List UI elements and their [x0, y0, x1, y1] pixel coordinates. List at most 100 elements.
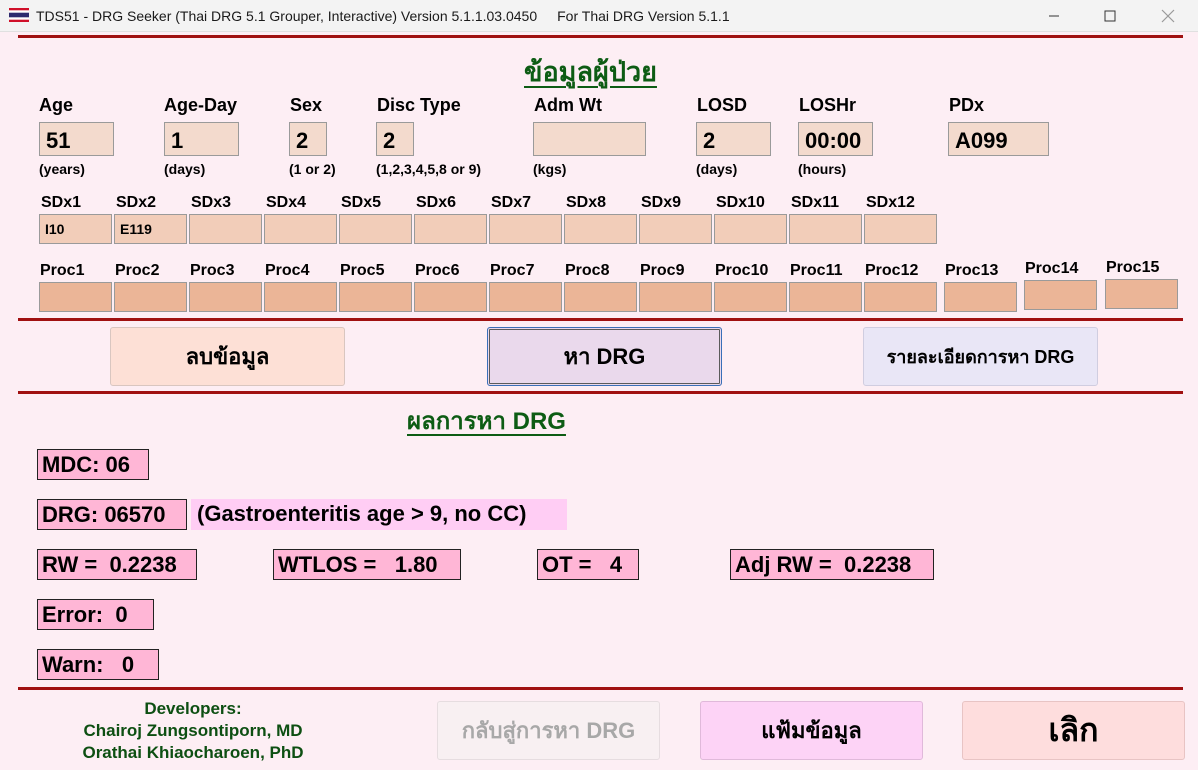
adm-wt-label: Adm Wt: [534, 95, 602, 115]
close-button[interactable]: [1142, 0, 1194, 32]
sdx12-label: SDx12: [866, 194, 915, 211]
disc-type-hint: (1,2,3,4,5,8 or 9): [376, 161, 482, 177]
proc14-label: Proc14: [1025, 260, 1079, 277]
error-result: Error: 0: [37, 599, 154, 630]
data-file-button[interactable]: แฟ้มข้อมูล: [700, 701, 923, 760]
proc8-label: Proc8: [565, 262, 610, 279]
sdx5-label: SDx5: [341, 194, 382, 211]
losd-hint: (days): [696, 161, 738, 177]
sdx6-field[interactable]: [414, 214, 487, 244]
proc15-label: Proc15: [1106, 259, 1160, 276]
adm-wt-field[interactable]: [533, 122, 646, 156]
title-bar: TDS51 - DRG Seeker (Thai DRG 5.1 Grouper…: [0, 0, 1198, 32]
proc9-label: Proc9: [640, 262, 685, 279]
proc13-field[interactable]: [944, 282, 1017, 312]
sdx7-field[interactable]: [489, 214, 562, 244]
sex-field[interactable]: 2: [289, 122, 327, 156]
sdx4-field[interactable]: [264, 214, 337, 244]
wtlos-result: WTLOS = 1.80: [273, 549, 461, 580]
developer-2: Orathai Khiaocharoen, PhD: [82, 743, 304, 762]
sdx9-field[interactable]: [639, 214, 712, 244]
thai-flag-icon: [9, 8, 29, 22]
proc5-field[interactable]: [339, 282, 412, 312]
proc14-field[interactable]: [1024, 280, 1097, 310]
proc3-field[interactable]: [189, 282, 262, 312]
age-field[interactable]: 51: [39, 122, 114, 156]
proc11-field[interactable]: [789, 282, 862, 312]
proc1-field[interactable]: [39, 282, 112, 312]
window-title: TDS51 - DRG Seeker (Thai DRG 5.1 Grouper…: [36, 8, 730, 24]
sdx7-label: SDx7: [491, 194, 532, 211]
sdx5-field[interactable]: [339, 214, 412, 244]
losd-field[interactable]: 2: [696, 122, 771, 156]
adj-rw-result: Adj RW = 0.2238: [730, 549, 934, 580]
divider-fields: [18, 318, 1183, 321]
patient-heading: ข้อมูลผู้ป่วย: [524, 57, 657, 87]
proc12-field[interactable]: [864, 282, 937, 312]
proc7-field[interactable]: [489, 282, 562, 312]
divider-top: [18, 35, 1183, 38]
age-label: Age: [39, 95, 74, 115]
minimize-icon: [1049, 15, 1059, 17]
proc15-field[interactable]: [1105, 279, 1178, 309]
result-heading: ผลการหา DRG: [407, 408, 566, 435]
proc6-field[interactable]: [414, 282, 487, 312]
proc1-label: Proc1: [40, 262, 85, 279]
proc9-field[interactable]: [639, 282, 712, 312]
divider-bottom: [18, 687, 1183, 690]
find-drg-button[interactable]: หา DRG: [487, 327, 722, 386]
sdx6-label: SDx6: [416, 194, 457, 211]
sdx4-label: SDx4: [266, 194, 307, 211]
proc2-label: Proc2: [115, 262, 160, 279]
sex-hint: (1 or 2): [289, 161, 336, 177]
maximize-button[interactable]: [1084, 0, 1136, 32]
drg-details-button[interactable]: รายละเอียดการหา DRG: [863, 327, 1098, 386]
developers-credit: Developers: Chairoj Zungsontiporn, MD Or…: [58, 698, 328, 764]
sdx1-field[interactable]: I10: [39, 214, 112, 244]
proc6-label: Proc6: [415, 262, 460, 279]
maximize-icon: [1104, 10, 1116, 22]
loshr-label: LOSHr: [799, 95, 857, 115]
proc12-label: Proc12: [865, 262, 919, 279]
window-subtitle-text: For Thai DRG Version 5.1.1: [557, 8, 730, 24]
proc11-label: Proc11: [790, 262, 843, 279]
sdx10-label: SDx10: [716, 194, 765, 211]
proc3-label: Proc3: [190, 262, 235, 279]
sdx9-label: SDx9: [641, 194, 682, 211]
proc10-label: Proc10: [715, 262, 769, 279]
proc4-label: Proc4: [265, 262, 310, 279]
ot-result: OT = 4: [537, 549, 639, 580]
sdx2-field[interactable]: E119: [114, 214, 187, 244]
proc5-label: Proc5: [340, 262, 385, 279]
sdx8-label: SDx8: [566, 194, 607, 211]
proc4-field[interactable]: [264, 282, 337, 312]
sdx11-field[interactable]: [789, 214, 862, 244]
pdx-label: PDx: [949, 95, 985, 115]
clear-button[interactable]: ลบข้อมูล: [110, 327, 345, 386]
drg-description: (Gastroenteritis age > 9, no CC): [191, 499, 567, 530]
developers-title: Developers:: [144, 699, 242, 718]
sdx10-field[interactable]: [714, 214, 787, 244]
mdc-result: MDC: 06: [37, 449, 149, 480]
loshr-field[interactable]: 00:00: [798, 122, 873, 156]
minimize-button[interactable]: [1028, 0, 1080, 32]
disc-type-label: Disc Type: [377, 95, 461, 115]
proc10-field[interactable]: [714, 282, 787, 312]
sdx8-field[interactable]: [564, 214, 637, 244]
sdx11-label: SDx11: [791, 194, 840, 211]
sdx2-label: SDx2: [116, 194, 157, 211]
proc13-label: Proc13: [945, 262, 999, 279]
age-day-field[interactable]: 1: [164, 122, 239, 156]
pdx-field[interactable]: A099: [948, 122, 1049, 156]
proc2-field[interactable]: [114, 282, 187, 312]
proc8-field[interactable]: [564, 282, 637, 312]
sdx1-label: SDx1: [41, 194, 82, 211]
losd-label: LOSD: [697, 95, 748, 115]
sdx12-field[interactable]: [864, 214, 937, 244]
quit-button[interactable]: เลิก: [962, 701, 1185, 760]
age-hint: (years): [39, 161, 85, 177]
rw-result: RW = 0.2238: [37, 549, 197, 580]
disc-type-field[interactable]: 2: [376, 122, 414, 156]
sdx3-field[interactable]: [189, 214, 262, 244]
back-to-search-button[interactable]: กลับสู่การหา DRG: [437, 701, 660, 760]
